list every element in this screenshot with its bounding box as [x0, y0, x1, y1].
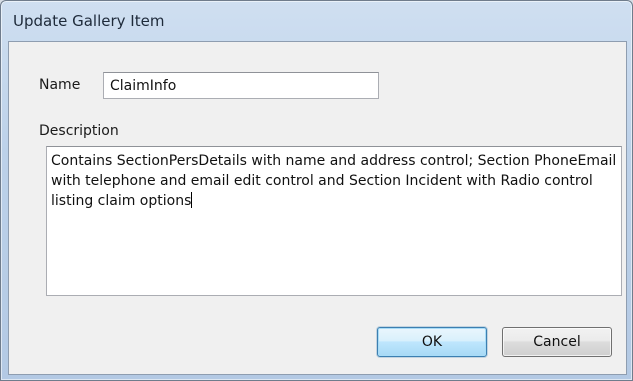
dialog-title: Update Gallery Item [13, 12, 165, 30]
update-gallery-item-dialog: Update Gallery Item Name ClaimInfo Descr… [0, 0, 633, 381]
title-bar[interactable]: Update Gallery Item [1, 1, 632, 41]
description-field[interactable]: Contains SectionPersDetails with name an… [46, 146, 622, 296]
dialog-body: Name ClaimInfo Description Contains Sect… [8, 41, 627, 375]
cancel-button[interactable]: Cancel [502, 327, 612, 357]
name-label: Name [39, 77, 81, 93]
text-cursor [191, 192, 193, 208]
ok-button[interactable]: OK [377, 327, 487, 357]
description-label: Description [39, 123, 119, 139]
description-text: Contains SectionPersDetails with name an… [51, 153, 621, 209]
name-field[interactable]: ClaimInfo [103, 72, 379, 99]
